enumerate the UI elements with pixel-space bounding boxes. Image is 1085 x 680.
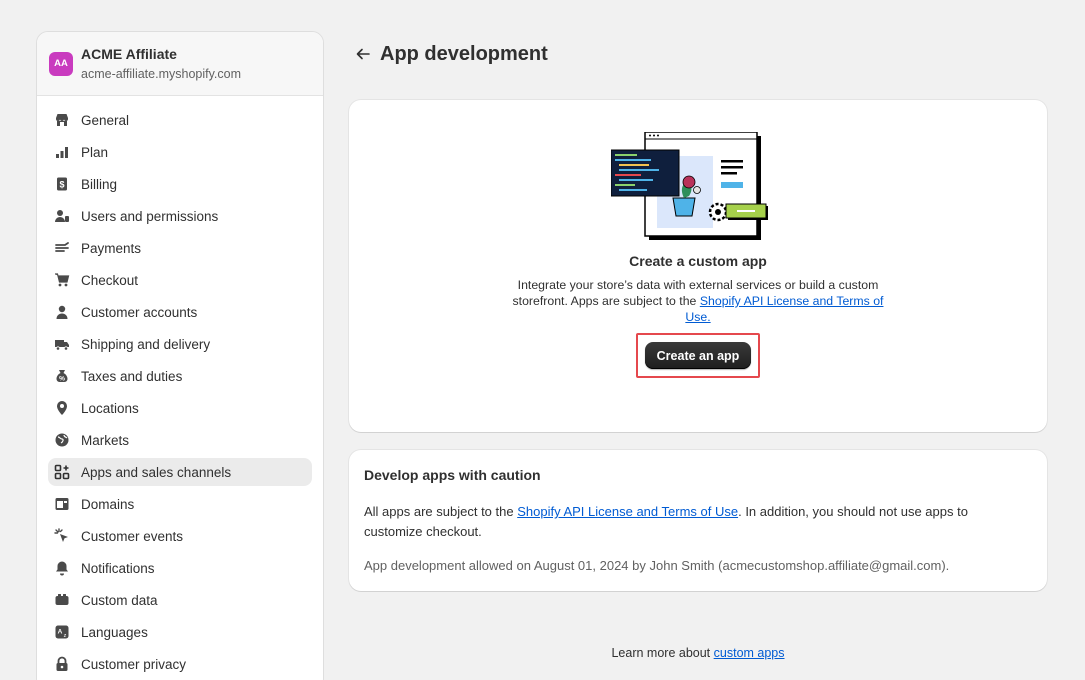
plan-icon xyxy=(53,143,71,161)
sidebar-item-general[interactable]: General xyxy=(48,106,312,134)
location-icon xyxy=(53,399,71,417)
back-button[interactable] xyxy=(352,43,374,65)
svg-text:A: A xyxy=(58,629,63,636)
cursor-icon xyxy=(53,527,71,545)
sidebar-item-label: Users and permissions xyxy=(81,208,219,224)
sidebar-item-label: Apps and sales channels xyxy=(81,464,232,480)
sidebar-item-label: Languages xyxy=(81,624,148,640)
sidebar-item-apps-and-sales-channels[interactable]: Apps and sales channels xyxy=(48,458,312,486)
svg-text:%: % xyxy=(59,376,65,383)
sidebar-item-locations[interactable]: Locations xyxy=(48,394,312,422)
page-header: App development xyxy=(352,40,548,68)
store-avatar: AA xyxy=(49,51,73,76)
sidebar-item-label: Shipping and delivery xyxy=(81,336,211,352)
settings-sidebar: AA ACME Affiliate acme-affiliate.myshopi… xyxy=(36,31,324,680)
svg-text:z: z xyxy=(64,633,67,639)
sidebar-item-payments[interactable]: Payments xyxy=(48,234,312,262)
sidebar-item-label: Payments xyxy=(81,240,142,256)
sidebar-item-customer-events[interactable]: Customer events xyxy=(48,522,312,550)
store-header[interactable]: AA ACME Affiliate acme-affiliate.myshopi… xyxy=(37,32,323,96)
create-app-highlight: Create an app xyxy=(636,333,760,378)
learn-more-text: Learn more about xyxy=(611,646,714,660)
sidebar-item-label: Customer events xyxy=(81,528,184,544)
app-illustration xyxy=(611,132,768,240)
sidebar-item-label: Notifications xyxy=(81,560,155,576)
sidebar-item-markets[interactable]: Markets xyxy=(48,426,312,454)
caution-text: All apps are subject to the Shopify API … xyxy=(364,502,1024,542)
sidebar-item-label: Domains xyxy=(81,496,135,512)
sidebar-item-notifications[interactable]: Notifications xyxy=(48,554,312,582)
database-icon xyxy=(53,591,71,609)
language-icon: Az xyxy=(53,623,71,641)
api-license-link[interactable]: Shopify API License and Terms of Use. xyxy=(685,294,883,324)
sidebar-item-languages[interactable]: Az Languages xyxy=(48,618,312,646)
sidebar-item-label: Taxes and duties xyxy=(81,368,183,384)
truck-icon xyxy=(53,335,71,353)
caution-title: Develop apps with caution xyxy=(364,467,541,483)
sidebar-item-label: Checkout xyxy=(81,272,139,288)
caution-text-prefix: All apps are subject to the xyxy=(364,504,518,519)
learn-more-footer: Learn more about custom apps xyxy=(0,646,1085,660)
billing-icon: $ xyxy=(53,175,71,193)
person-icon xyxy=(53,303,71,321)
store-icon xyxy=(53,111,71,129)
domains-icon xyxy=(53,495,71,513)
payments-icon xyxy=(53,239,71,257)
sidebar-item-label: Billing xyxy=(81,176,118,192)
bell-icon xyxy=(53,559,71,577)
sidebar-item-users-and-permissions[interactable]: Users and permissions xyxy=(48,202,312,230)
sidebar-item-custom-data[interactable]: Custom data xyxy=(48,586,312,614)
apps-icon xyxy=(53,463,71,481)
sidebar-item-label: Plan xyxy=(81,144,109,160)
api-license-link-2[interactable]: Shopify API License and Terms of Use xyxy=(517,504,738,519)
custom-app-card: Create a custom app Integrate your store… xyxy=(349,100,1047,432)
custom-app-description: Integrate your store’s data with externa… xyxy=(499,277,897,325)
taxes-icon: % xyxy=(53,367,71,385)
svg-text:$: $ xyxy=(59,180,64,190)
sidebar-item-billing[interactable]: $ Billing xyxy=(48,170,312,198)
sidebar-item-label: Markets xyxy=(81,432,130,448)
custom-apps-link[interactable]: custom apps xyxy=(714,646,785,660)
development-allowed-text: App development allowed on August 01, 20… xyxy=(364,558,950,573)
sidebar-item-shipping-and-delivery[interactable]: Shipping and delivery xyxy=(48,330,312,358)
sidebar-item-label: Locations xyxy=(81,400,139,416)
sidebar-item-plan[interactable]: Plan xyxy=(48,138,312,166)
globe-icon xyxy=(53,431,71,449)
cart-icon xyxy=(53,271,71,289)
settings-nav: General Plan $ Billing Users and permissions… xyxy=(37,96,323,680)
sidebar-item-taxes-and-duties[interactable]: % Taxes and duties xyxy=(48,362,312,390)
store-url: acme-affiliate.myshopify.com xyxy=(81,66,242,81)
sidebar-item-label: Custom data xyxy=(81,592,158,608)
sidebar-item-label: Customer accounts xyxy=(81,304,198,320)
sidebar-item-label: General xyxy=(81,112,130,128)
users-icon xyxy=(53,207,71,225)
caution-card: Develop apps with caution All apps are s… xyxy=(349,450,1047,591)
store-name: ACME Affiliate xyxy=(81,45,177,62)
sidebar-item-domains[interactable]: Domains xyxy=(48,490,312,518)
sidebar-item-checkout[interactable]: Checkout xyxy=(48,266,312,294)
arrow-left-icon xyxy=(356,48,370,60)
sidebar-item-customer-accounts[interactable]: Customer accounts xyxy=(48,298,312,326)
custom-app-title: Create a custom app xyxy=(629,253,767,269)
create-app-button[interactable]: Create an app xyxy=(645,342,751,369)
page-title: App development xyxy=(380,42,548,65)
